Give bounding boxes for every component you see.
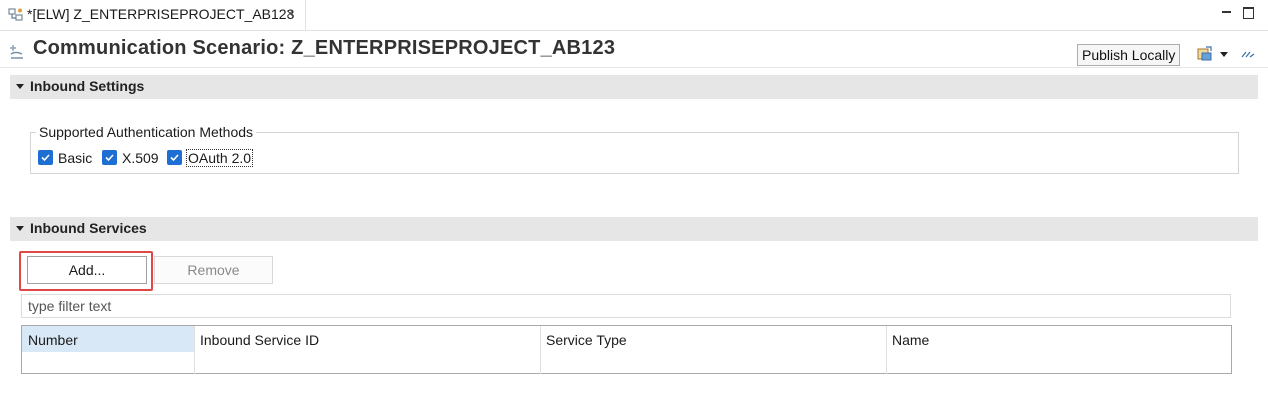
collapse-arrow-icon[interactable] xyxy=(16,226,24,231)
more-icon[interactable] xyxy=(1240,46,1256,62)
page-title: Communication Scenario: Z_ENTERPRISEPROJ… xyxy=(33,37,616,59)
dropdown-icon[interactable] xyxy=(1218,47,1234,63)
checkmark-icon[interactable] xyxy=(167,150,182,165)
group-label: Supported Authentication Methods xyxy=(36,124,257,140)
editor-tab-bar: *[ELW] Z_ENTERPRISEPROJECT_AB123 × xyxy=(0,0,1268,31)
close-icon[interactable]: × xyxy=(286,5,294,21)
scenario-tab-icon xyxy=(8,7,24,23)
column-header-service-type[interactable]: Service Type xyxy=(540,326,887,374)
section-title: Inbound Settings xyxy=(30,78,145,94)
services-table: Number Inbound Service ID Service Type N… xyxy=(21,325,1232,374)
column-header-service-id[interactable]: Inbound Service ID xyxy=(194,326,541,374)
add-button[interactable]: Add... xyxy=(27,256,147,284)
publish-locally-button[interactable]: Publish Locally xyxy=(1077,44,1181,66)
collapse-arrow-icon[interactable] xyxy=(16,84,24,89)
checkbox-label: Basic xyxy=(58,150,93,166)
editor-header: Communication Scenario: Z_ENTERPRISEPROJ… xyxy=(0,31,1268,67)
maximize-icon[interactable] xyxy=(1243,7,1254,19)
checkmark-icon[interactable] xyxy=(38,150,53,165)
export-icon[interactable] xyxy=(1197,46,1213,62)
checkbox-label: X.509 xyxy=(122,150,159,166)
column-header-number[interactable]: Number xyxy=(22,326,195,374)
editor-tab[interactable]: *[ELW] Z_ENTERPRISEPROJECT_AB123 × xyxy=(0,0,306,30)
header-divider xyxy=(0,67,1268,68)
checkmark-icon[interactable] xyxy=(102,150,117,165)
inbound-settings-section-header[interactable]: Inbound Settings xyxy=(10,75,1258,99)
tab-label: *[ELW] Z_ENTERPRISEPROJECT_AB123 xyxy=(27,6,295,22)
section-title: Inbound Services xyxy=(30,220,147,236)
minimize-icon[interactable] xyxy=(1221,6,1233,18)
filter-input[interactable] xyxy=(21,294,1231,318)
scenario-icon xyxy=(8,43,26,61)
inbound-services-section-header[interactable]: Inbound Services xyxy=(10,217,1258,241)
remove-button[interactable]: Remove xyxy=(154,256,273,284)
checkbox-label: OAuth 2.0 xyxy=(185,149,254,167)
column-header-name[interactable]: Name xyxy=(886,326,1232,374)
